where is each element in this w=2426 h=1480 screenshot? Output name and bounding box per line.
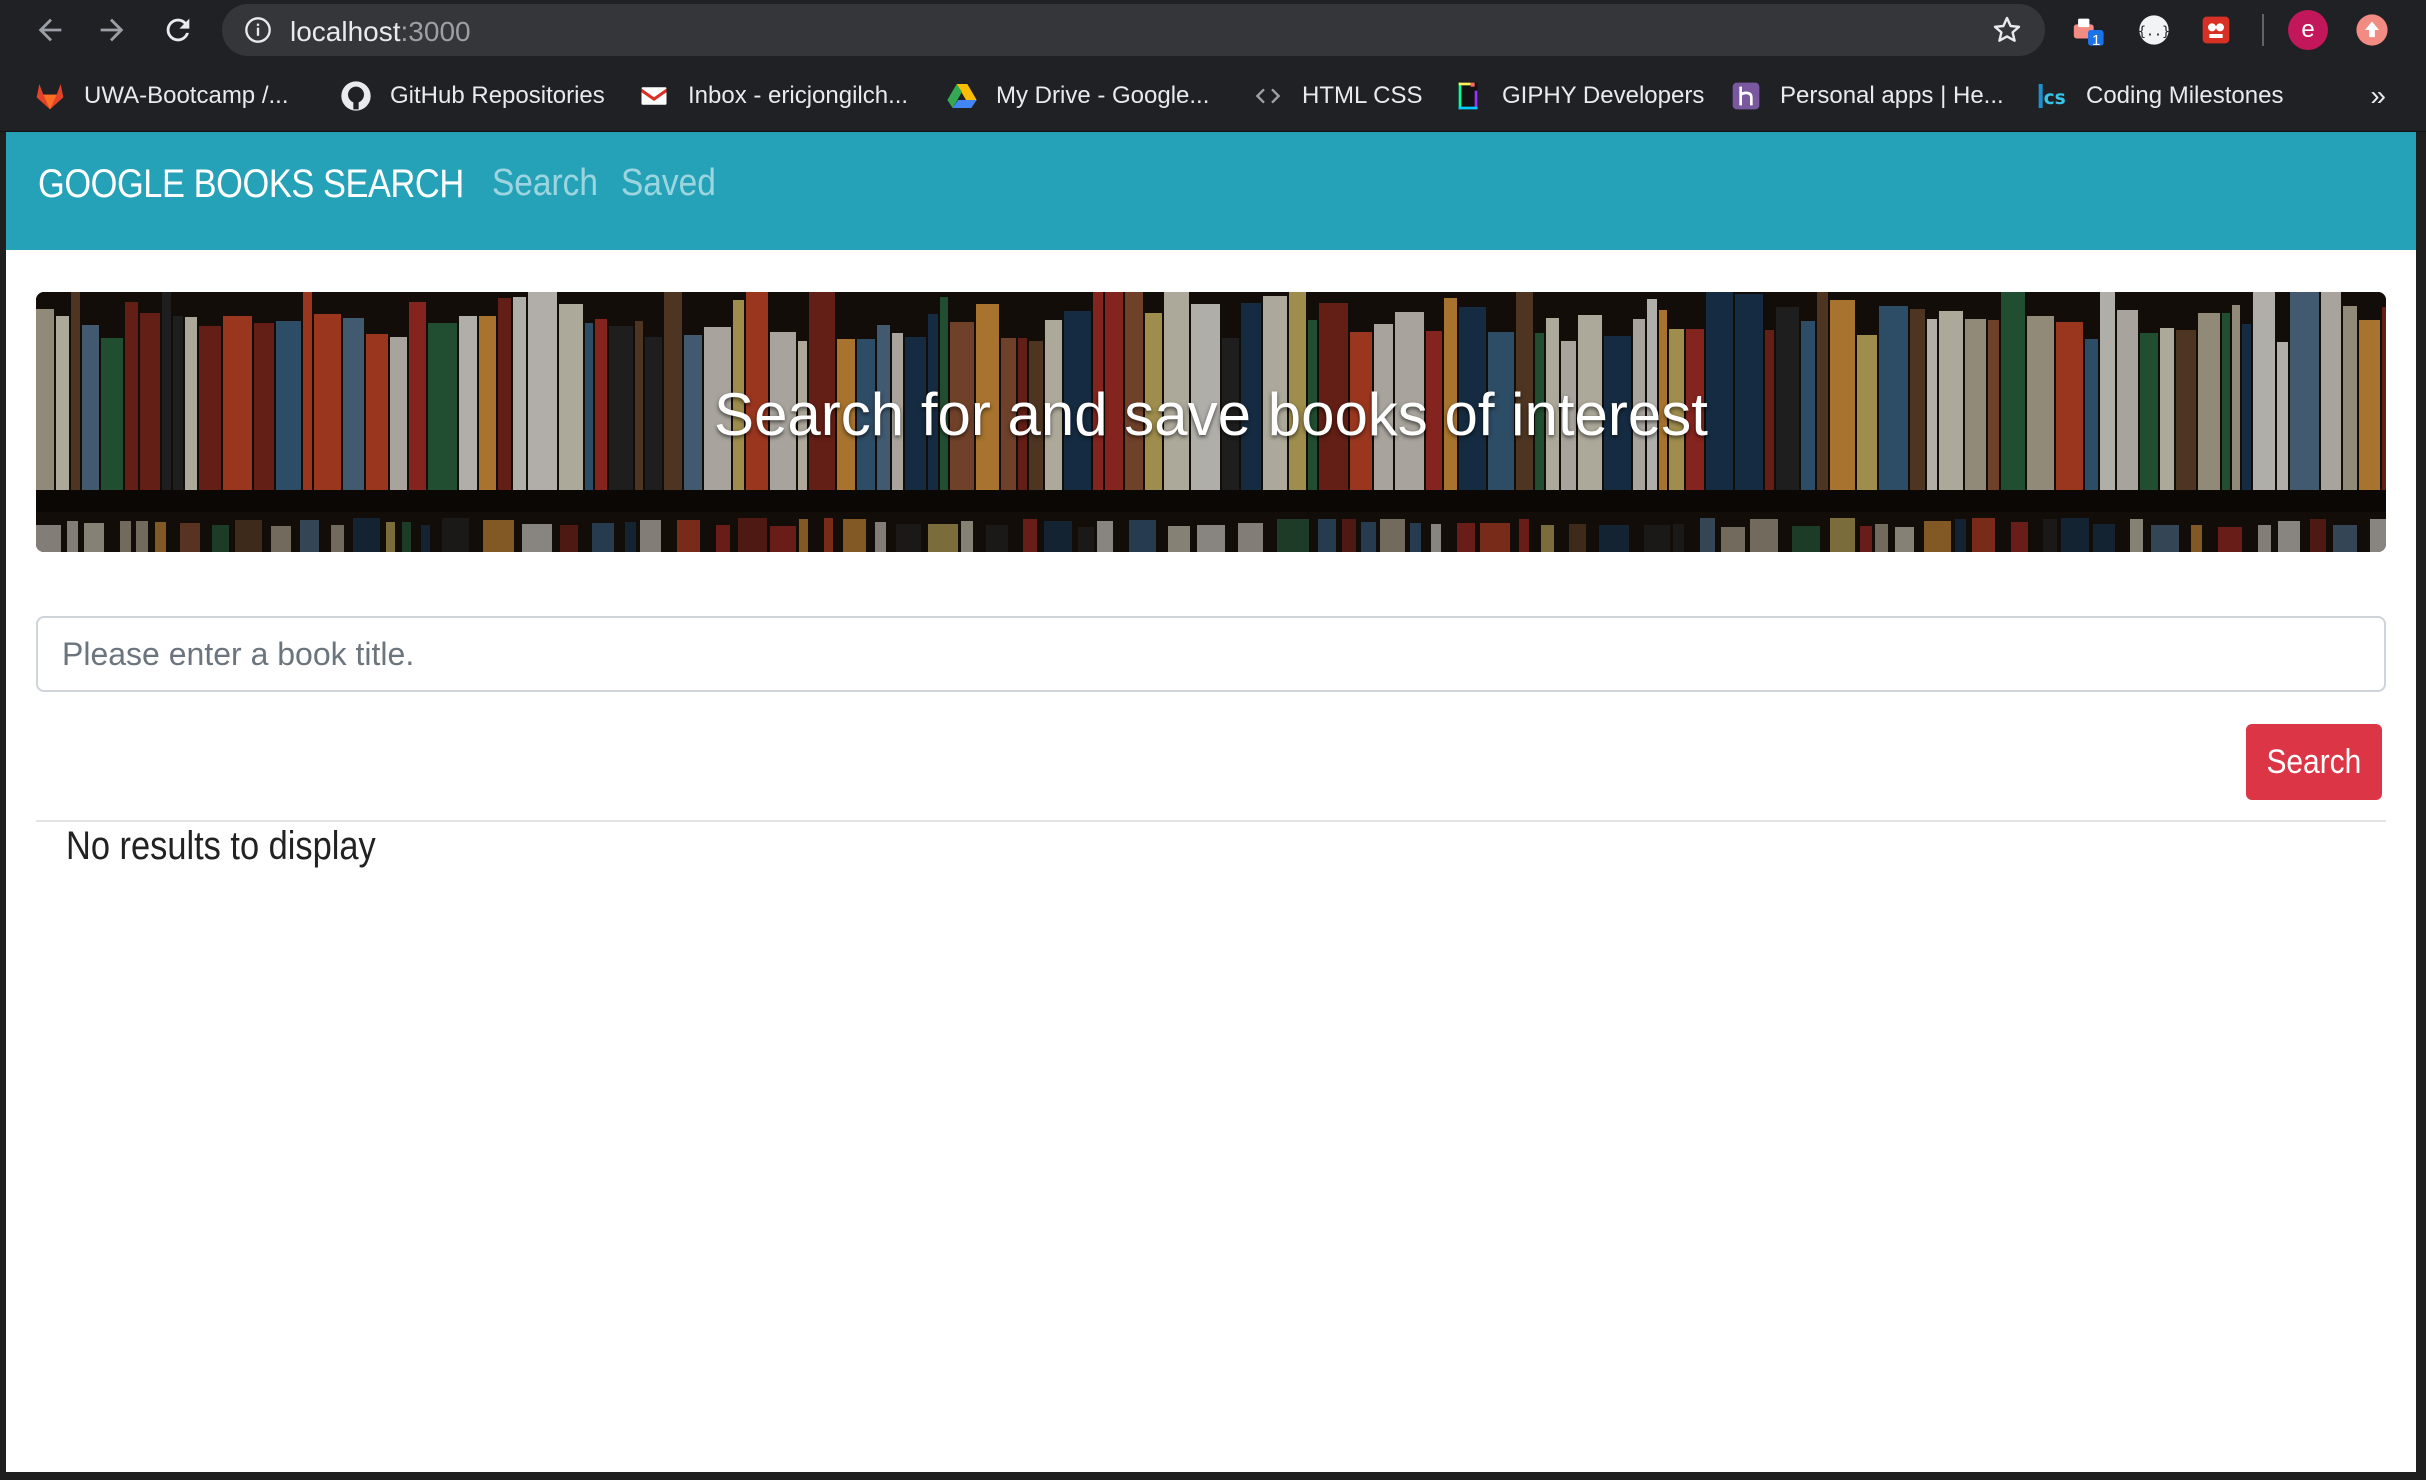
- bookmark-inbox[interactable]: Inbox - ericjongilch...: [638, 78, 908, 114]
- google-drive-icon: [946, 80, 978, 112]
- profile-avatar[interactable]: e: [2288, 10, 2328, 50]
- bookmark-label: GIPHY Developers: [1502, 82, 1705, 109]
- toolbar-separator: [2262, 14, 2264, 46]
- window-edge: [2416, 132, 2426, 1480]
- address-bar[interactable]: localhost:3000: [222, 4, 2045, 56]
- react-devtools-extension-icon[interactable]: [2196, 10, 2236, 50]
- bookmark-html-css[interactable]: HTML CSS: [1252, 78, 1422, 114]
- extension-icon[interactable]: 1: [2068, 10, 2108, 50]
- book-title-search-input[interactable]: [36, 616, 2386, 692]
- back-arrow-icon[interactable]: [30, 10, 70, 50]
- bookmark-label: Personal apps | He...: [1780, 82, 2004, 109]
- url-host: localhost: [290, 16, 401, 47]
- profile-initial: e: [2288, 10, 2328, 50]
- github-icon: [340, 80, 372, 112]
- page-viewport: GOOGLE BOOKS SEARCH Search Saved Search …: [6, 132, 2416, 1472]
- search-button-label: Search: [2266, 742, 2362, 781]
- gitlab-icon: [34, 80, 66, 112]
- nav-link-search[interactable]: Search: [492, 162, 598, 205]
- bookmark-label: HTML CSS: [1302, 82, 1423, 109]
- url-text: localhost:3000: [290, 16, 471, 48]
- cs-icon: cs: [2036, 80, 2068, 112]
- bookmark-personal-apps[interactable]: Personal apps | He...: [1730, 78, 2004, 114]
- forward-arrow-icon[interactable]: [92, 10, 132, 50]
- bookmark-label: Coding Milestones: [2086, 82, 2284, 109]
- svg-text:cs: cs: [2044, 88, 2066, 109]
- json-viewer-extension-icon[interactable]: {..}: [2134, 10, 2174, 50]
- bookmarks-overflow-button[interactable]: »: [2370, 80, 2386, 112]
- giphy-icon: [1452, 80, 1484, 112]
- bookmark-coding-milestones[interactable]: cs Coding Milestones: [2036, 78, 2283, 114]
- gmail-icon: [638, 80, 670, 112]
- bookmark-label: GitHub Repositories: [390, 82, 605, 109]
- no-results-message: No results to display: [66, 824, 376, 868]
- jumbotron: Search for and save books of interest: [36, 292, 2386, 552]
- bookmark-uwa-bootcamp[interactable]: UWA-Bootcamp /...: [34, 78, 289, 114]
- bookmark-star-icon[interactable]: [1991, 14, 2023, 46]
- jumbotron-heading: Search for and save books of interest: [714, 381, 1708, 448]
- reload-icon[interactable]: [158, 10, 198, 50]
- bookmark-my-drive[interactable]: My Drive - Google...: [946, 78, 1209, 114]
- update-icon[interactable]: [2352, 10, 2392, 50]
- svg-text:{..}: {..}: [2138, 24, 2170, 39]
- bookmarks-bar: UWA-Bootcamp /... GitHub Repositories In…: [0, 60, 2426, 132]
- search-button[interactable]: Search: [2246, 724, 2382, 800]
- navbar-brand[interactable]: GOOGLE BOOKS SEARCH: [38, 162, 464, 207]
- extension-badge: 1: [2092, 32, 2101, 49]
- bookmark-label: UWA-Bootcamp /...: [84, 82, 289, 109]
- code-icon: [1252, 80, 1284, 112]
- browser-toolbar: localhost:3000 1 {..} e: [0, 0, 2426, 60]
- nav-link-saved[interactable]: Saved: [621, 162, 716, 205]
- url-port: :3000: [400, 16, 471, 47]
- bookmark-github-repositories[interactable]: GitHub Repositories: [340, 78, 605, 114]
- bookmark-giphy-developers[interactable]: GIPHY Developers: [1452, 78, 1704, 114]
- navbar: GOOGLE BOOKS SEARCH Search Saved: [6, 132, 2416, 250]
- bookmark-label: My Drive - Google...: [996, 82, 1210, 109]
- heroku-icon: [1730, 80, 1762, 112]
- results-divider: [36, 820, 2386, 822]
- info-icon[interactable]: [244, 16, 272, 44]
- bookmark-label: Inbox - ericjongilch...: [688, 82, 909, 109]
